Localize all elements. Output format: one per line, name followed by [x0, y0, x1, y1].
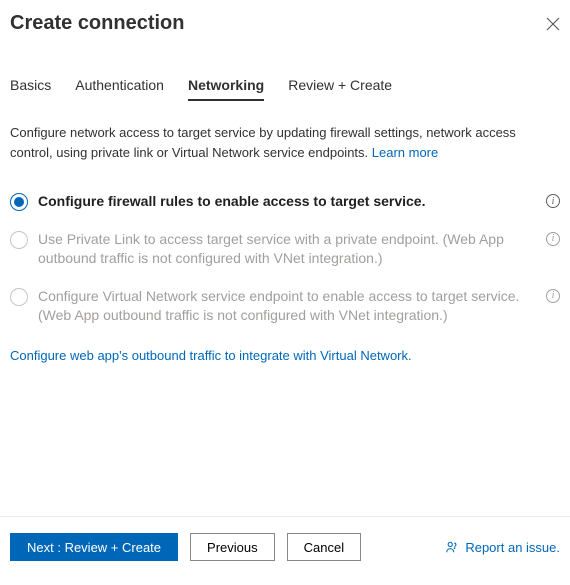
info-icon[interactable]: i — [546, 194, 560, 208]
report-issue-label: Report an issue. — [465, 540, 560, 555]
option-private-link: Use Private Link to access target servic… — [10, 230, 560, 269]
tab-authentication[interactable]: Authentication — [75, 71, 164, 101]
radio-firewall[interactable] — [10, 193, 28, 211]
footer-bar: Next : Review + Create Previous Cancel R… — [0, 516, 570, 585]
tab-bar: Basics Authentication Networking Review … — [10, 71, 560, 101]
next-review-create-button[interactable]: Next : Review + Create — [10, 533, 178, 561]
feedback-person-icon — [445, 540, 459, 554]
info-icon[interactable]: i — [546, 289, 560, 303]
info-icon[interactable]: i — [546, 232, 560, 246]
tab-networking[interactable]: Networking — [188, 71, 264, 101]
tab-review-create[interactable]: Review + Create — [288, 71, 392, 101]
radio-private-link — [10, 231, 28, 249]
panel-title: Create connection — [10, 12, 184, 35]
option-private-link-label: Use Private Link to access target servic… — [38, 230, 534, 269]
networking-options: Configure firewall rules to enable acces… — [10, 192, 560, 326]
description-text: Configure network access to target servi… — [10, 123, 560, 162]
learn-more-link[interactable]: Learn more — [372, 145, 438, 160]
option-vnet-endpoint: Configure Virtual Network service endpoi… — [10, 287, 560, 326]
radio-vnet-endpoint — [10, 288, 28, 306]
configure-outbound-link[interactable]: Configure web app's outbound traffic to … — [10, 348, 560, 363]
option-vnet-endpoint-label: Configure Virtual Network service endpoi… — [38, 287, 534, 326]
previous-button[interactable]: Previous — [190, 533, 275, 561]
cancel-button[interactable]: Cancel — [287, 533, 361, 561]
option-firewall[interactable]: Configure firewall rules to enable acces… — [10, 192, 560, 212]
tab-basics[interactable]: Basics — [10, 71, 51, 101]
report-issue-link[interactable]: Report an issue. — [445, 540, 560, 555]
description-body: Configure network access to target servi… — [10, 125, 516, 160]
option-firewall-label: Configure firewall rules to enable acces… — [38, 192, 534, 212]
close-icon[interactable] — [546, 17, 560, 31]
